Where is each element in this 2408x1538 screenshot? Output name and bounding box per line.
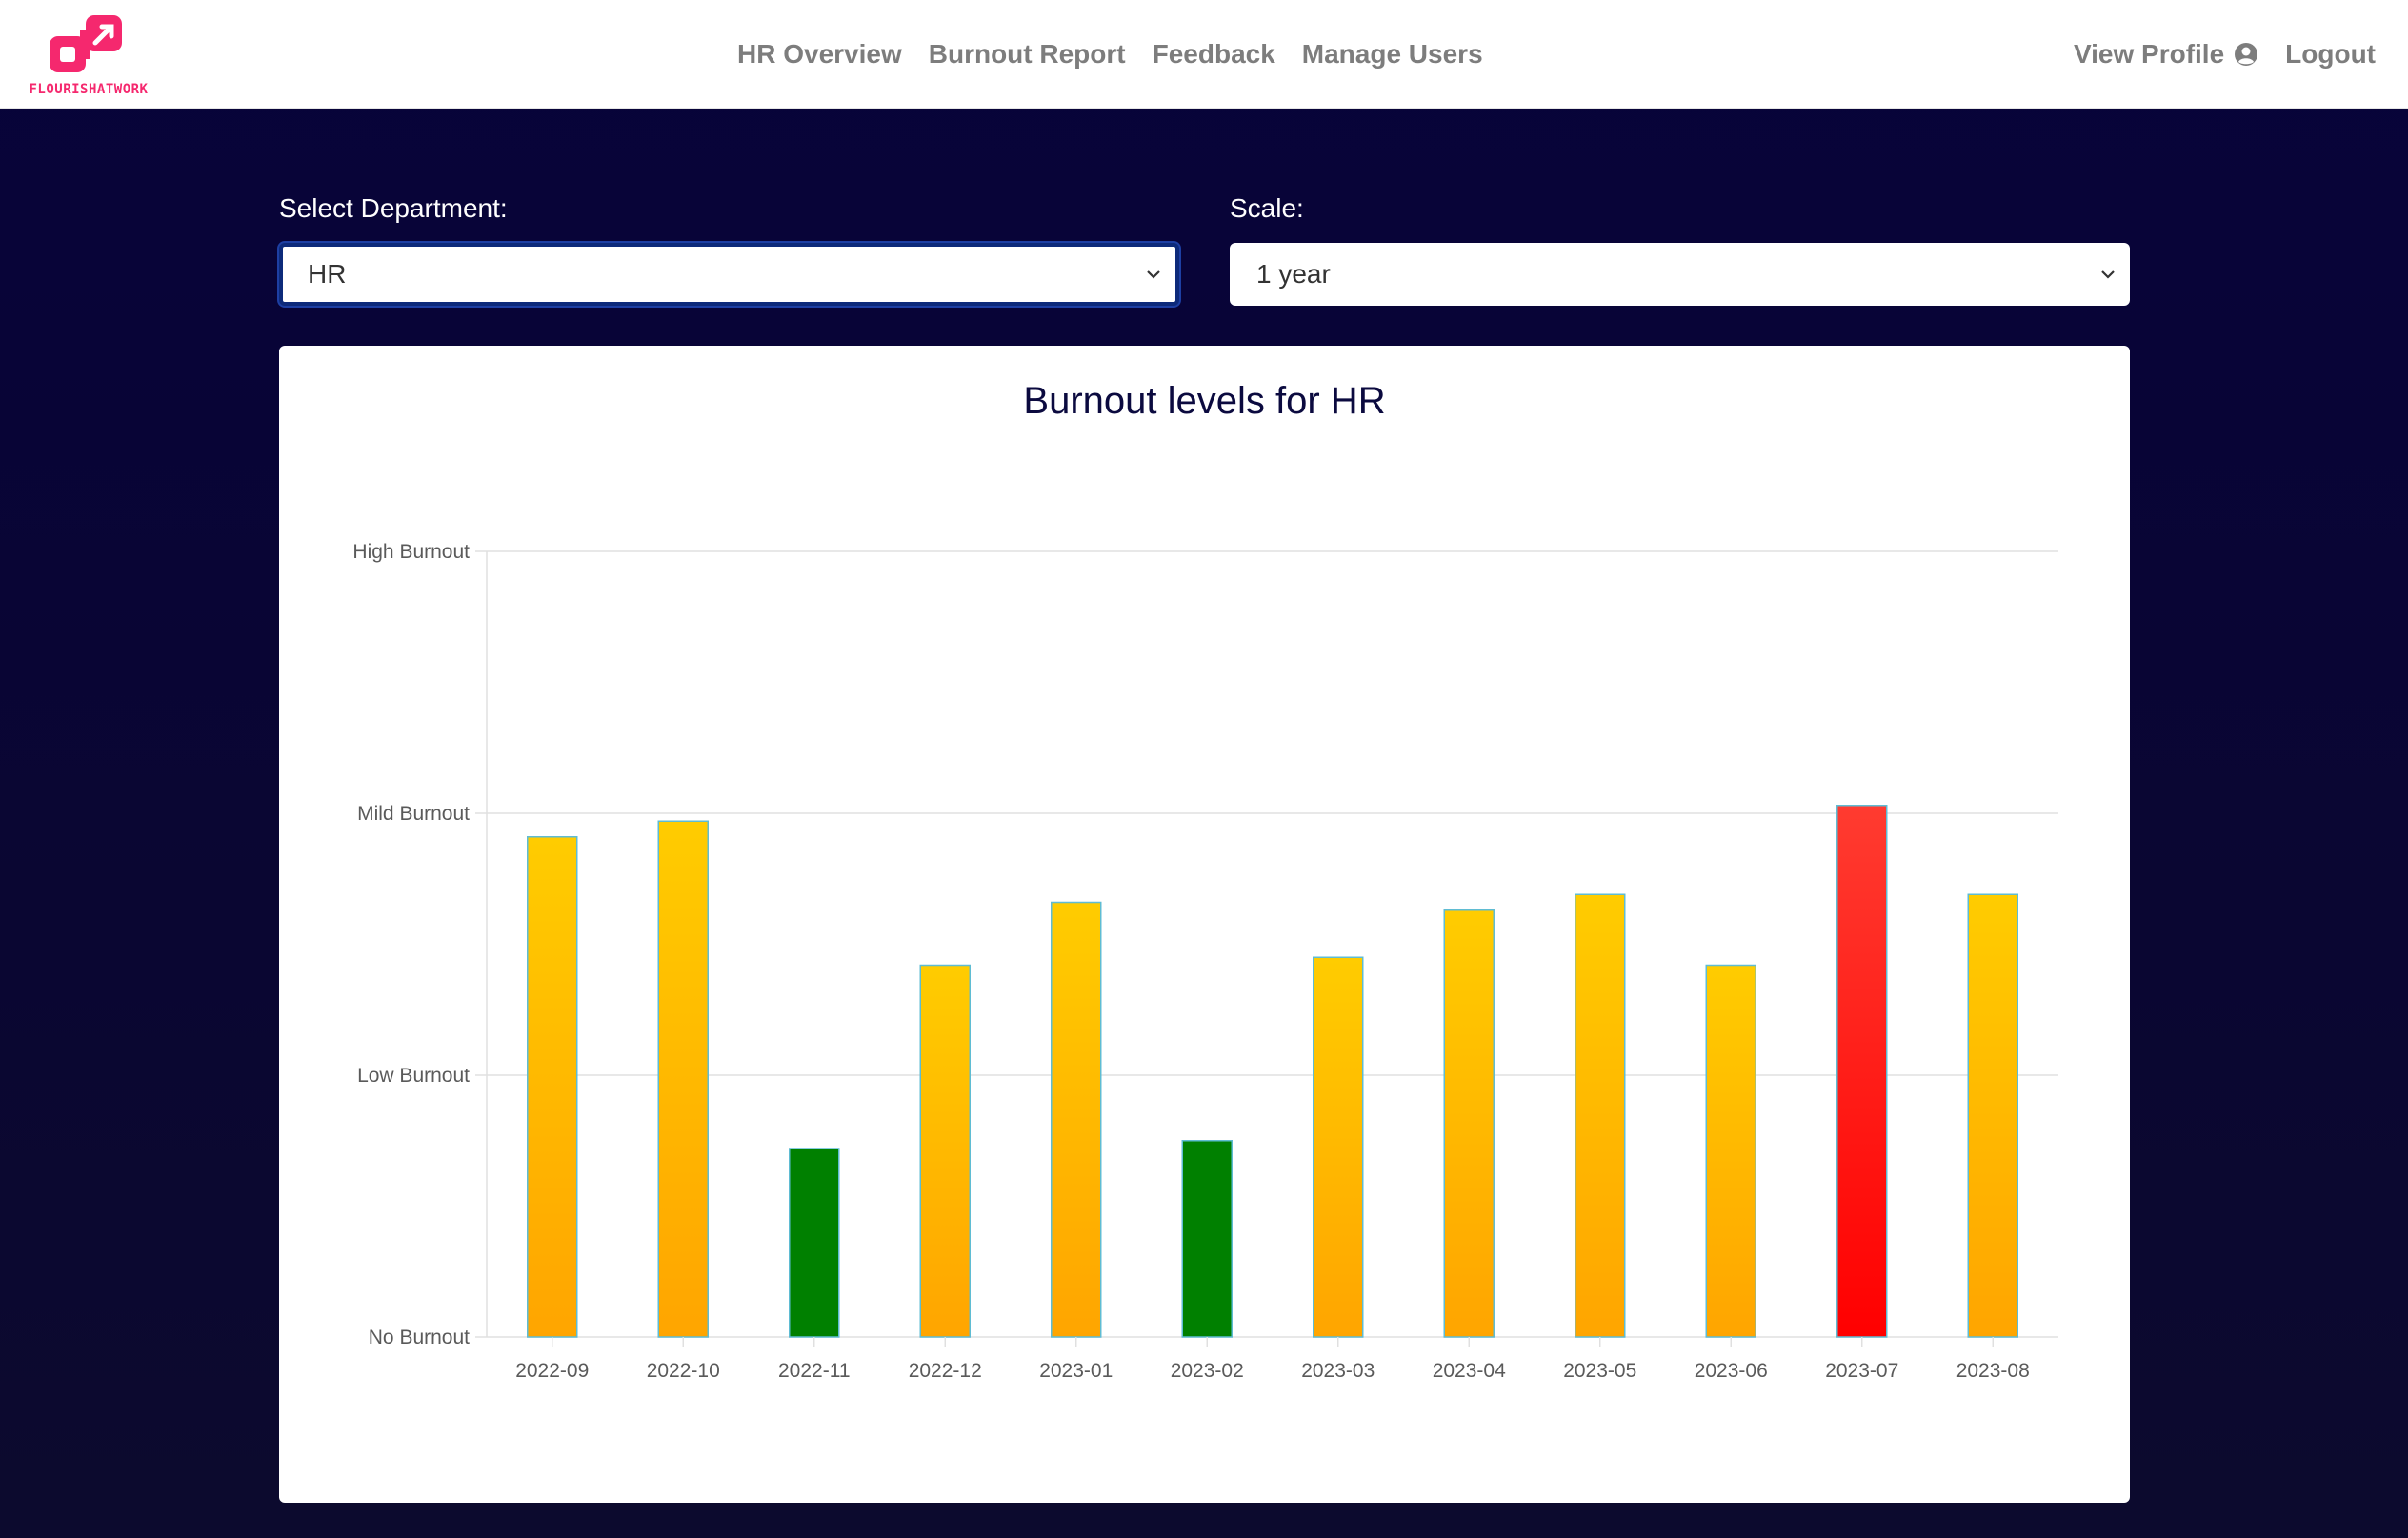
bar-2022-11 <box>789 1148 840 1338</box>
bar-2023-04 <box>1443 909 1495 1338</box>
nav-manage-users[interactable]: Manage Users <box>1289 39 1496 70</box>
user-circle-icon <box>2235 43 2258 66</box>
bar-2022-10 <box>657 820 709 1338</box>
scale-selected-value: 1 year <box>1256 259 1331 289</box>
bar-2023-07 <box>1836 805 1888 1338</box>
y-tick-label: No Burnout <box>369 1327 470 1348</box>
burnout-bar-chart: No Burnout Low Burnout Mild Burnout High Bu… <box>352 541 2058 1382</box>
logo-mark-icon <box>50 15 122 72</box>
chevron-down-icon <box>1147 270 1160 279</box>
top-navbar: FLOURISHATWORK HR Overview Burnout Repor… <box>0 0 2408 109</box>
bar-2023-03 <box>1313 956 1364 1338</box>
chevron-down-icon <box>2101 270 2115 279</box>
x-tick-label: 2023-05 <box>1563 1360 1636 1382</box>
view-profile-link[interactable]: View Profile <box>2060 39 2272 70</box>
bar-2023-05 <box>1575 893 1626 1338</box>
bar-2023-01 <box>1051 901 1102 1338</box>
user-nav: View Profile Logout <box>2060 0 2389 109</box>
brand-logo[interactable]: FLOURISHATWORK <box>21 11 156 99</box>
x-tick-label: 2023-02 <box>1171 1360 1244 1382</box>
bar-2023-08 <box>1967 893 2018 1338</box>
x-tick-label: 2023-06 <box>1695 1360 1768 1382</box>
x-tick-label: 2022-12 <box>909 1360 982 1382</box>
y-tick-label: Mild Burnout <box>357 803 470 825</box>
x-tick-label: 2023-03 <box>1301 1360 1375 1382</box>
bar-2022-12 <box>919 964 971 1338</box>
scale-label: Scale: <box>1230 193 1304 223</box>
x-tick-label: 2022-10 <box>647 1360 720 1382</box>
main-nav: HR Overview Burnout Report Feedback Mana… <box>724 0 1496 109</box>
department-selected-value: HR <box>308 259 347 289</box>
x-tick-label: 2023-01 <box>1039 1360 1113 1382</box>
chart-card: Burnout levels for HR No Burnout Low Burn… <box>279 346 2130 1503</box>
nav-hr-overview[interactable]: HR Overview <box>724 39 915 70</box>
x-tick-label: 2023-04 <box>1433 1360 1506 1382</box>
nav-feedback[interactable]: Feedback <box>1139 39 1289 70</box>
x-tick-label: 2022-11 <box>778 1360 851 1382</box>
bar-2022-09 <box>527 836 578 1338</box>
x-tick-label: 2022-09 <box>515 1360 589 1382</box>
y-tick-label: Low Burnout <box>357 1065 470 1087</box>
scale-select[interactable]: 1 year <box>1230 243 2130 306</box>
logout-link[interactable]: Logout <box>2272 39 2389 70</box>
bar-2023-06 <box>1705 964 1756 1338</box>
bar-2023-02 <box>1181 1140 1233 1338</box>
x-tick-label: 2023-08 <box>1956 1360 2030 1382</box>
department-label: Select Department: <box>279 193 508 223</box>
view-profile-label: View Profile <box>2073 39 2225 69</box>
nav-burnout-report[interactable]: Burnout Report <box>915 39 1139 70</box>
y-tick-label: High Burnout <box>352 541 470 563</box>
brand-name: FLOURISHATWORK <box>29 82 149 97</box>
department-select[interactable]: HR <box>279 243 1179 306</box>
x-tick-label: 2023-07 <box>1825 1360 1898 1382</box>
